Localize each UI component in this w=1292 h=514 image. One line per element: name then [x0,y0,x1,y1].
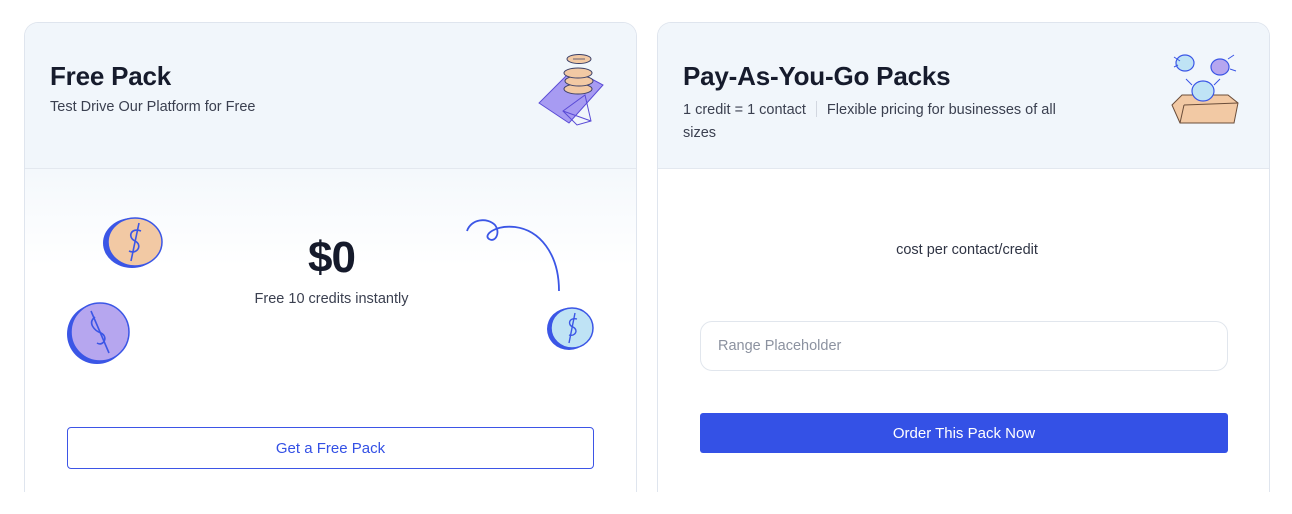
dollar-coin-icon [547,307,594,350]
dollar-coin-icon [67,302,130,364]
cost-per-credit-label: cost per contact/credit [896,242,1038,258]
free-pack-title: Free Pack [50,61,172,91]
free-pack-card: Free Pack Test Drive Our Platform for Fr… [24,22,637,492]
order-pack-button[interactable]: Order This Pack Now [700,413,1228,453]
free-pack-header: Free Pack Test Drive Our Platform for Fr… [25,23,636,169]
subtitle-divider [815,101,817,117]
free-pack-subtitle: Test Drive Our Platform for Free [50,99,256,115]
range-slider-placeholder[interactable]: Range Placeholder [700,321,1228,371]
payg-card: Pay-As-You-Go Packs 1 credit = 1 contact… [657,22,1270,492]
payg-credit-rate: 1 credit = 1 contact [683,102,806,118]
coins-into-box-illustration-icon [1171,54,1239,124]
payg-title: Pay-As-You-Go Packs [683,61,951,91]
get-free-pack-button[interactable]: Get a Free Pack [67,427,594,469]
coin-stack-illustration-icon [538,54,604,126]
free-pack-price: $0 [308,233,356,282]
payg-subtitle: 1 credit = 1 contact Flexible pricing for… [683,99,1063,145]
payg-header: Pay-As-You-Go Packs 1 credit = 1 contact… [658,23,1269,169]
free-pack-price-note: Free 10 credits instantly [254,291,409,307]
